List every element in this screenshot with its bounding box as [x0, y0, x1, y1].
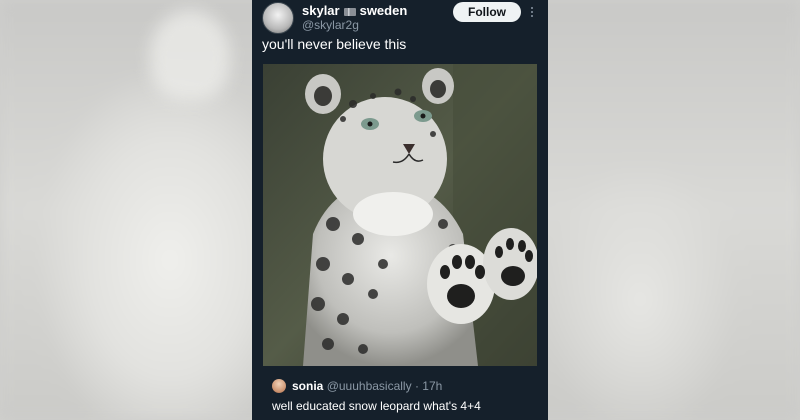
author-handle[interactable]: @skylar2g — [302, 18, 359, 32]
author-name[interactable]: skylar sweden — [302, 3, 407, 18]
reply-avatar[interactable] — [272, 379, 286, 393]
tweet-image[interactable] — [263, 64, 537, 366]
reply-meta: sonia @uuuhbasically · 17h — [292, 379, 442, 393]
more-options-icon[interactable] — [530, 6, 534, 18]
tweet-header: skylar sweden @skylar2g Follow — [252, 0, 548, 34]
reply: sonia @uuuhbasically · 17h well educated… — [252, 370, 548, 420]
snow-leopard-image — [263, 64, 537, 366]
tweet-text: you'll never believe this — [262, 36, 407, 52]
blurred-leopard-ear — [150, 10, 230, 100]
flag-icon — [343, 7, 356, 16]
reply-time: · 17h — [414, 379, 443, 393]
reply-text: well educated snow leopard what's 4+4 — [272, 399, 481, 413]
author-name-text: skylar — [302, 3, 340, 18]
author-name-suffix: sweden — [359, 3, 408, 18]
reply-author-name[interactable]: sonia — [292, 379, 323, 393]
follow-button[interactable]: Follow — [453, 2, 521, 22]
tweet-card: skylar sweden @skylar2g Follow you'll nev… — [252, 0, 548, 420]
author-avatar[interactable] — [262, 2, 294, 34]
reply-author-handle[interactable]: @uuuhbasically — [327, 379, 412, 393]
